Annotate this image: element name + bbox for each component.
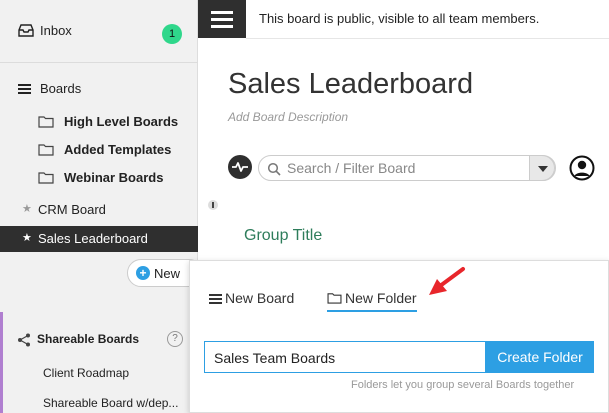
user-avatar-icon[interactable] (569, 155, 595, 181)
sidebar-divider (0, 62, 198, 63)
activity-button[interactable] (228, 155, 252, 179)
shareable-boards-section: Shareable Boards ? Client Roadmap Sharea… (0, 312, 198, 413)
inbox-label: Inbox (40, 23, 72, 38)
shareable-board-item[interactable]: Shareable Board w/dep... (43, 396, 178, 410)
menu-icon (211, 25, 233, 28)
hamburger-list-icon (209, 294, 222, 304)
tab-new-folder-label: New Folder (345, 290, 417, 306)
sidebar-item-inbox[interactable]: Inbox 1 (0, 0, 198, 62)
app-window: Inbox 1 Boards High Level Boards Added T… (0, 0, 609, 413)
inbox-icon (18, 24, 34, 37)
collapse-icon (212, 202, 214, 208)
folder-name-input[interactable] (214, 349, 474, 367)
new-item-popup: New Board New Folder Create Folder Folde… (189, 260, 609, 413)
group-title[interactable]: Group Title (244, 227, 322, 245)
menu-icon (211, 11, 233, 14)
menu-icon (211, 18, 233, 21)
inbox-count-badge: 1 (162, 24, 182, 44)
pulse-icon (232, 162, 248, 172)
menu-toggle-button[interactable] (198, 0, 246, 38)
shareable-boards-header[interactable]: Shareable Boards ? (17, 330, 197, 350)
sidebar-folder-high-level-boards[interactable]: High Level Boards (38, 112, 198, 132)
search-icon (267, 162, 281, 176)
folder-name-field[interactable] (204, 341, 486, 373)
folder-label: High Level Boards (64, 114, 179, 129)
star-icon: ★ (22, 203, 32, 215)
folder-label: Webinar Boards (64, 170, 164, 185)
topbar-divider (246, 38, 609, 39)
folder-icon (38, 144, 54, 156)
tab-new-board[interactable]: New Board (209, 290, 294, 306)
new-button-label: New (154, 266, 181, 281)
plus-circle-icon: + (136, 266, 150, 280)
board-description[interactable]: Add Board Description (228, 110, 348, 124)
sidebar: Inbox 1 Boards High Level Boards Added T… (0, 0, 198, 413)
sidebar-boards-header[interactable]: Boards (0, 78, 198, 100)
tab-new-folder[interactable]: New Folder (327, 290, 417, 312)
folder-hint-text: Folders let you group several Boards tog… (351, 379, 575, 391)
sidebar-folder-added-templates[interactable]: Added Templates (38, 140, 198, 160)
folder-icon (38, 116, 54, 128)
folder-icon (38, 172, 54, 184)
sidebar-board-crm-board[interactable]: ★ CRM Board (0, 197, 198, 223)
search-input[interactable] (287, 159, 522, 177)
group-collapse-toggle[interactable] (208, 200, 218, 210)
folder-icon (327, 293, 342, 304)
sidebar-board-sales-leaderboard[interactable]: ★ Sales Leaderboard (0, 226, 198, 252)
share-icon (18, 333, 30, 347)
boards-header-label: Boards (40, 81, 82, 96)
board-label: CRM Board (38, 202, 106, 217)
public-board-notice: This board is public, visible to all tea… (259, 11, 540, 26)
board-search[interactable] (258, 155, 556, 181)
board-label: Sales Leaderboard (38, 231, 148, 246)
hamburger-list-icon (18, 84, 31, 94)
folder-label: Added Templates (64, 142, 172, 157)
red-arrow-annotation (429, 267, 465, 295)
tab-new-board-label: New Board (225, 290, 295, 306)
shareable-board-item[interactable]: Client Roadmap (43, 366, 129, 380)
caret-down-icon (538, 166, 548, 172)
sidebar-folder-webinar-boards[interactable]: Webinar Boards (38, 168, 198, 188)
create-folder-button[interactable]: Create Folder (486, 341, 594, 373)
board-title[interactable]: Sales Leaderboard (228, 68, 473, 101)
search-filter-dropdown[interactable] (529, 155, 555, 181)
shareable-boards-label: Shareable Boards (37, 332, 140, 346)
help-icon[interactable]: ? (167, 331, 183, 347)
star-icon: ★ (22, 232, 32, 244)
